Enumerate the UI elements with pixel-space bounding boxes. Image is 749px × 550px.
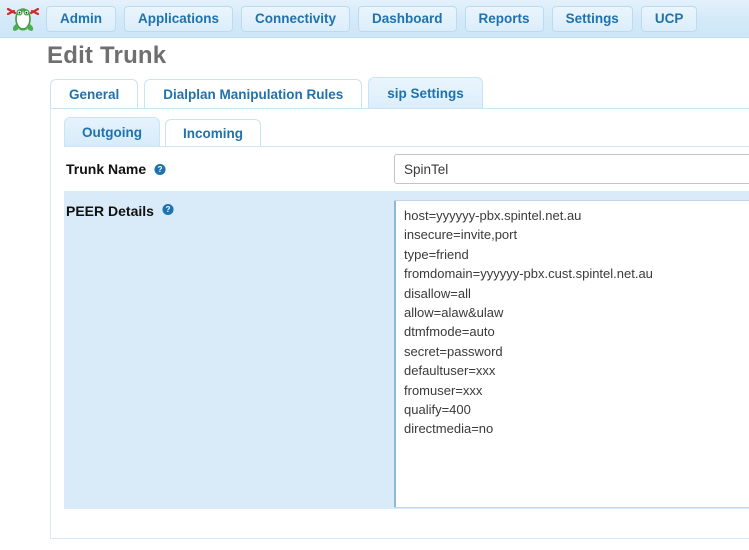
tab-label: Incoming: [182, 125, 243, 141]
page-title: Edit Trunk: [47, 42, 167, 69]
nav-item-reports[interactable]: Reports: [464, 5, 544, 32]
nav-item-dashboard[interactable]: Dashboard: [358, 5, 457, 32]
nav-item-settings[interactable]: Settings: [551, 5, 633, 32]
tab-label: Dialplan Manipulation Rules: [163, 86, 344, 102]
svg-text:?: ?: [166, 205, 171, 214]
nav-item-label: Settings: [565, 11, 619, 26]
trunk-name-control: [394, 154, 749, 184]
nav-item-label: Reports: [478, 11, 530, 26]
trunk-tab-bar: General Dialplan Manipulation Rules sip …: [50, 77, 749, 108]
nav-item-label: Admin: [60, 11, 102, 26]
label-text: PEER Details: [66, 203, 154, 219]
form-row-peer-details: PEER Details ?: [64, 191, 749, 509]
nav-item-ucp[interactable]: UCP: [640, 5, 698, 32]
trunk-name-label: Trunk Name ?: [64, 161, 394, 177]
tab-label: General: [69, 86, 120, 102]
question-circle-icon[interactable]: ?: [162, 203, 174, 215]
nav-item-admin[interactable]: Admin: [46, 5, 116, 32]
freepbx-frog-logo-icon[interactable]: [0, 1, 46, 37]
svg-text:?: ?: [158, 165, 163, 174]
nav-item-label: Connectivity: [255, 11, 337, 26]
peer-details-textarea[interactable]: [394, 200, 749, 508]
tab-sip-settings[interactable]: sip Settings: [368, 77, 483, 108]
nav-item-label: Applications: [138, 11, 220, 26]
page-content: Edit Trunk General Dialplan Manipulation…: [0, 38, 749, 550]
tab-incoming[interactable]: Incoming: [164, 119, 261, 146]
form-row-trunk-name: Trunk Name ?: [64, 147, 749, 191]
tab-label: Outgoing: [82, 124, 142, 140]
peer-details-control: [394, 200, 749, 508]
tab-outgoing[interactable]: Outgoing: [64, 117, 160, 146]
top-navigation-bar: Admin Applications Connectivity Dashboar…: [0, 0, 749, 38]
tab-general[interactable]: General: [50, 79, 139, 108]
trunk-name-input[interactable]: [394, 154, 749, 184]
nav-item-connectivity[interactable]: Connectivity: [241, 5, 351, 32]
peer-details-label: PEER Details ?: [64, 200, 394, 219]
nav-item-applications[interactable]: Applications: [124, 5, 234, 32]
direction-tab-bar: Outgoing Incoming: [64, 117, 266, 146]
question-circle-icon[interactable]: ?: [154, 163, 166, 175]
tab-label: sip Settings: [387, 85, 464, 101]
label-text: Trunk Name: [66, 161, 147, 177]
outgoing-settings-form: Trunk Name ? PEER Details ?: [64, 147, 749, 509]
nav-item-label: Dashboard: [372, 11, 443, 26]
tab-dialplan-manipulation-rules[interactable]: Dialplan Manipulation Rules: [144, 79, 363, 108]
nav-item-label: UCP: [654, 11, 684, 26]
